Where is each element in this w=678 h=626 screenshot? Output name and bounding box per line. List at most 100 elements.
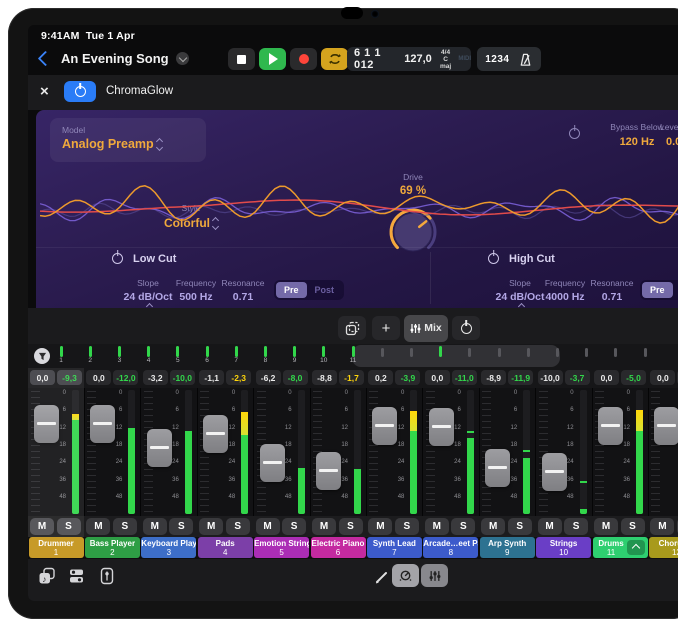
peak-value-8[interactable]: -11,0: [452, 370, 477, 385]
bypass-power-button[interactable]: [569, 128, 580, 139]
navigator-track-16[interactable]: [494, 346, 504, 366]
track-name-8[interactable]: Arcade…eet Pad 8: [423, 537, 478, 558]
stop-button[interactable]: [228, 48, 255, 70]
peak-value-10[interactable]: -3,7: [565, 370, 590, 385]
solo-button-9[interactable]: S: [508, 518, 532, 535]
filter-tracks-button[interactable]: [34, 348, 50, 364]
navigator-track-1[interactable]: 1: [56, 346, 66, 366]
mute-button-4[interactable]: M: [199, 518, 223, 535]
mute-button-11[interactable]: M: [594, 518, 618, 535]
volume-fader-3[interactable]: [147, 429, 172, 467]
peak-value-1[interactable]: -9,3: [57, 370, 82, 385]
navigator-track-4[interactable]: 4: [144, 346, 154, 366]
mute-button-8[interactable]: M: [425, 518, 449, 535]
highcut-post-button[interactable]: Post: [673, 282, 678, 298]
navigator-track-2[interactable]: 2: [85, 346, 95, 366]
record-button[interactable]: [290, 48, 317, 70]
navigator-track-11[interactable]: 11: [348, 346, 358, 366]
navigator-track-15[interactable]: [465, 346, 475, 366]
mute-button-6[interactable]: M: [312, 518, 336, 535]
navigator-track-5[interactable]: 5: [173, 346, 183, 366]
solo-button-6[interactable]: S: [339, 518, 363, 535]
mute-button-12[interactable]: M: [650, 518, 674, 535]
solo-button-10[interactable]: S: [564, 518, 588, 535]
solo-button-5[interactable]: S: [282, 518, 306, 535]
mixer-power-button[interactable]: [452, 316, 480, 340]
volume-value-3[interactable]: -3,2: [143, 370, 168, 385]
lowcut-slope[interactable]: Slope 24 dB/Oct: [120, 278, 176, 308]
mute-button-2[interactable]: M: [86, 518, 110, 535]
mixer-navigator[interactable]: 1 2 3 4 5 6 7 8 9 10 11: [28, 344, 678, 368]
volume-fader-12[interactable]: [654, 407, 678, 445]
plugin-power-button[interactable]: [64, 81, 96, 102]
navigator-track-12[interactable]: [377, 346, 387, 366]
navigator-track-14[interactable]: [436, 346, 446, 366]
peak-value-4[interactable]: -2,3: [226, 370, 251, 385]
highcut-power-button[interactable]: [488, 253, 499, 264]
song-menu-button[interactable]: [176, 52, 189, 65]
solo-button-3[interactable]: S: [169, 518, 193, 535]
solo-button-4[interactable]: S: [226, 518, 250, 535]
navigator-track-3[interactable]: 3: [114, 346, 124, 366]
volume-fader-6[interactable]: [316, 452, 341, 490]
back-chevron-icon[interactable]: [40, 53, 51, 64]
navigator-track-6[interactable]: 6: [202, 346, 212, 366]
mute-button-5[interactable]: M: [256, 518, 280, 535]
track-name-2[interactable]: Bass Player 2: [85, 537, 140, 558]
volume-fader-10[interactable]: [542, 453, 567, 491]
navigator-track-21[interactable]: [640, 346, 650, 366]
song-title[interactable]: An Evening Song: [61, 51, 169, 66]
volume-fader-7[interactable]: [372, 407, 397, 445]
add-track-button[interactable]: +: [372, 316, 400, 340]
track-name-3[interactable]: Keyboard Player 3: [141, 537, 196, 558]
volume-fader-1[interactable]: [34, 405, 59, 443]
volume-value-5[interactable]: -6,2: [256, 370, 281, 385]
highcut-frequency[interactable]: Frequency 4000 Hz: [539, 278, 591, 303]
highcut-pre-button[interactable]: Pre: [642, 282, 673, 298]
volume-fader-5[interactable]: [260, 444, 285, 482]
volume-fader-11[interactable]: [598, 407, 623, 445]
peak-value-9[interactable]: -11,9: [508, 370, 533, 385]
lowcut-power-button[interactable]: [112, 253, 123, 264]
solo-button-7[interactable]: S: [395, 518, 419, 535]
play-button[interactable]: [259, 48, 286, 70]
mute-button-10[interactable]: M: [538, 518, 562, 535]
model-selector[interactable]: Model Analog Preamp: [50, 118, 206, 162]
peak-value-7[interactable]: -3,9: [395, 370, 420, 385]
navigator-track-10[interactable]: 10: [319, 346, 329, 366]
peak-value-3[interactable]: -10,0: [170, 370, 195, 385]
volume-value-1[interactable]: 0,0: [30, 370, 55, 385]
navigator-track-17[interactable]: [523, 346, 533, 366]
navigator-track-19[interactable]: [582, 346, 592, 366]
solo-button-1[interactable]: S: [57, 518, 81, 535]
volume-value-4[interactable]: -1,1: [199, 370, 224, 385]
mute-button-7[interactable]: M: [368, 518, 392, 535]
volume-value-10[interactable]: -10,0: [538, 370, 563, 385]
track-name-9[interactable]: Arp Synth 9: [480, 537, 535, 558]
volume-value-2[interactable]: 0,0: [86, 370, 111, 385]
track-name-10[interactable]: Strings 10: [536, 537, 591, 558]
faders-view-button[interactable]: [421, 564, 448, 587]
peak-value-6[interactable]: -1,7: [339, 370, 364, 385]
navigator-track-18[interactable]: [552, 346, 562, 366]
track-name-7[interactable]: Synth Lead 7: [367, 537, 422, 558]
solo-button-11[interactable]: S: [621, 518, 645, 535]
fader-view-button[interactable]: [100, 567, 116, 587]
lcd-display[interactable]: 6 1 1 012 127,0 4/4C maj MIDI: [347, 47, 471, 71]
navigator-track-8[interactable]: 8: [260, 346, 270, 366]
track-name-11[interactable]: Drums 11: [593, 537, 648, 558]
navigator-track-13[interactable]: [406, 346, 416, 366]
volume-fader-9[interactable]: [485, 449, 510, 487]
volume-value-11[interactable]: 0,0: [594, 370, 619, 385]
close-icon[interactable]: ×: [40, 83, 49, 100]
mix-toggle-button[interactable]: Mix: [404, 315, 448, 342]
navigator-track-7[interactable]: 7: [231, 346, 241, 366]
level-control[interactable]: Leve 0.0: [660, 122, 678, 148]
mute-button-3[interactable]: M: [143, 518, 167, 535]
peak-value-2[interactable]: -12,0: [113, 370, 138, 385]
highcut-resonance[interactable]: Resonance 0.71: [587, 278, 637, 303]
peak-value-5[interactable]: -8,0: [283, 370, 308, 385]
metronome-icon[interactable]: [518, 52, 533, 67]
track-name-1[interactable]: Drummer 1: [29, 537, 84, 558]
lowcut-resonance[interactable]: Resonance 0.71: [218, 278, 268, 303]
